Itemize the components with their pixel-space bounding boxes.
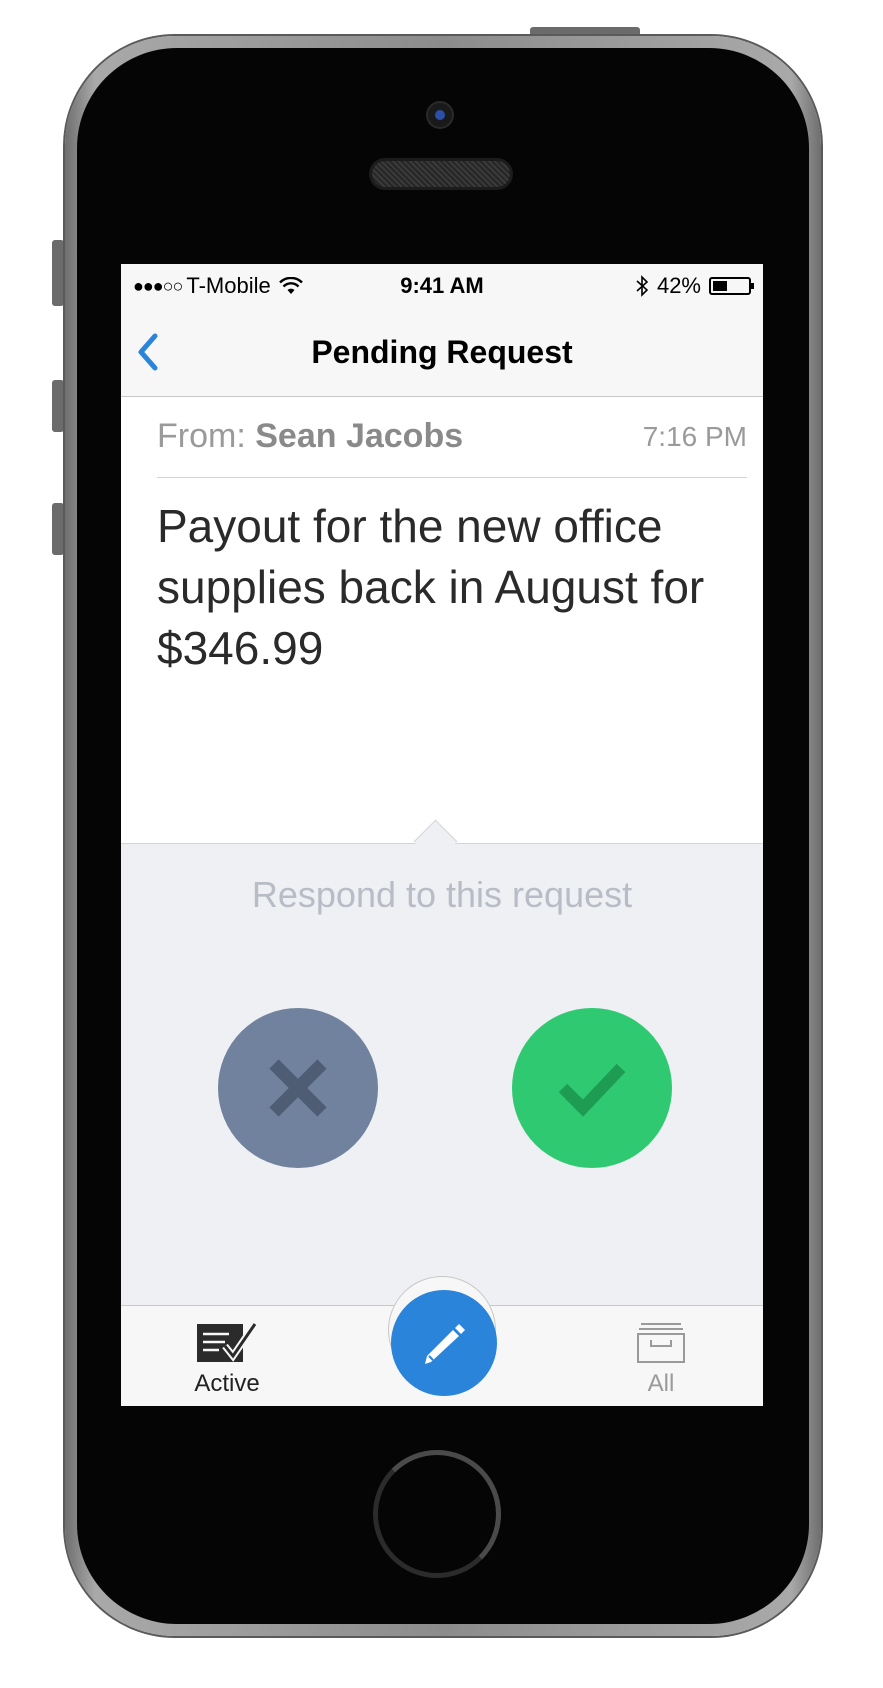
panel-notch [413, 819, 458, 864]
compose-button[interactable] [391, 1290, 497, 1396]
page-title: Pending Request [311, 334, 573, 370]
tab-label: All [647, 1370, 675, 1397]
tab-label: Active [194, 1370, 260, 1397]
battery-icon [709, 277, 754, 295]
bluetooth-icon [636, 275, 649, 297]
battery-percent: 42% [656, 273, 701, 298]
battery-level [713, 281, 727, 291]
device-mockup: ●●●○○ T-Mobile 9:41 AM 42% Pending Reque… [0, 0, 883, 1688]
from-label: From: [157, 417, 246, 455]
volume-up-button [52, 380, 64, 432]
message-time: 7:16 PM [642, 421, 747, 452]
pencil-icon [425, 1324, 465, 1364]
sender-row: From: Sean Jacobs 7:16 PM [157, 397, 747, 478]
message-body: Payout for the new office supplies back … [157, 500, 705, 674]
tab-active[interactable]: Active [157, 1320, 297, 1398]
navigation-bar: Pending Request [121, 308, 763, 397]
front-camera [428, 103, 452, 127]
sender-name: Sean Jacobs [255, 417, 464, 455]
tab-all[interactable]: All [591, 1320, 731, 1398]
silent-switch [52, 240, 64, 306]
earpiece-speaker [372, 161, 510, 187]
approve-button[interactable] [512, 1008, 672, 1168]
status-bar: ●●●○○ T-Mobile 9:41 AM 42% [121, 264, 763, 308]
decline-button[interactable] [218, 1008, 378, 1168]
app-screen: ●●●○○ T-Mobile 9:41 AM 42% Pending Reque… [121, 264, 763, 1406]
archive-box-icon [637, 1323, 685, 1363]
home-button[interactable] [373, 1450, 501, 1578]
checklist-icon [197, 1322, 258, 1362]
close-icon [269, 1059, 327, 1117]
respond-title: Respond to this request [251, 874, 633, 915]
volume-down-button [52, 503, 64, 555]
checkmark-icon [558, 1063, 626, 1117]
request-message: From: Sean Jacobs 7:16 PM Payout for the… [157, 397, 747, 679]
respond-panel: Respond to this request [121, 819, 763, 1306]
